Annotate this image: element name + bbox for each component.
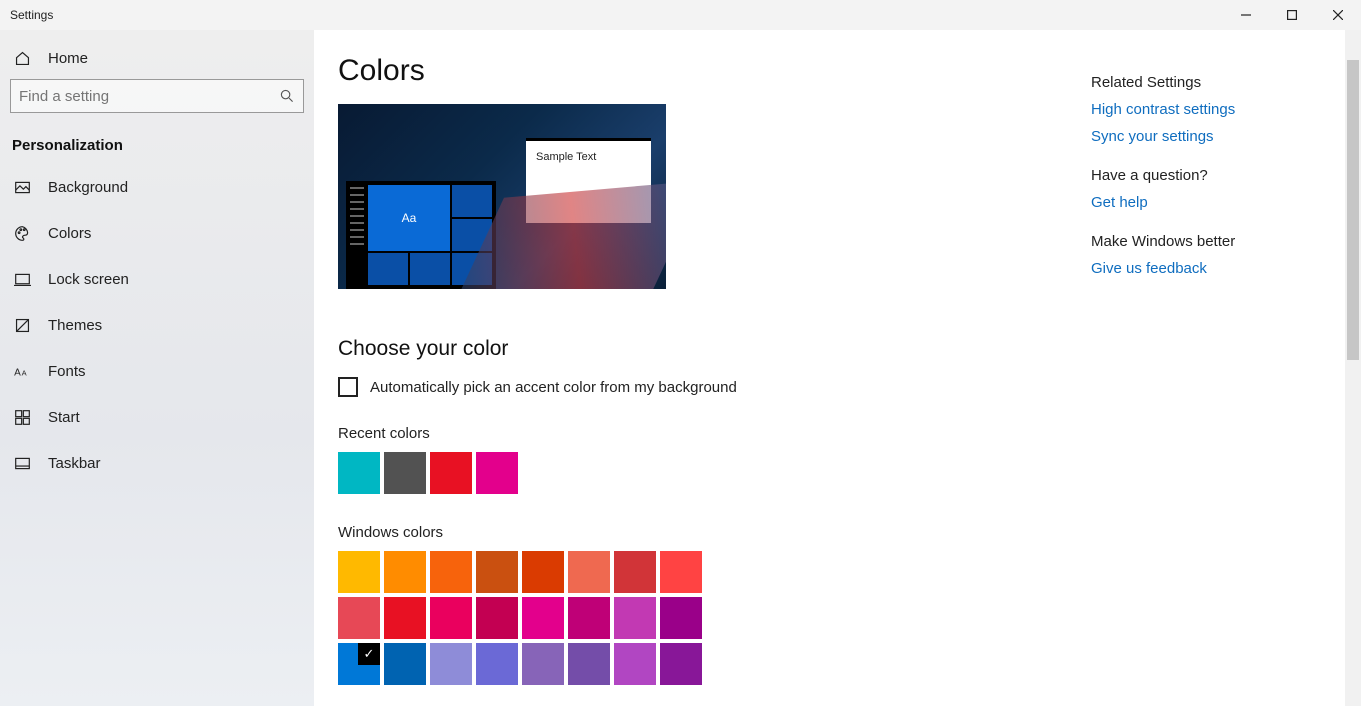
- windows-color-swatch[interactable]: [568, 643, 610, 685]
- lockscreen-icon: [12, 271, 32, 288]
- windows-color-swatch[interactable]: [660, 551, 702, 593]
- windows-color-swatch[interactable]: [522, 597, 564, 639]
- sidebar-item-label: Taskbar: [48, 455, 101, 472]
- windows-color-swatch[interactable]: [522, 551, 564, 593]
- page-title: Colors: [338, 54, 1091, 88]
- windows-color-swatch[interactable]: [614, 643, 656, 685]
- sidebar-item-start[interactable]: Start: [0, 394, 314, 440]
- svg-text:A: A: [14, 367, 21, 378]
- windows-color-swatch[interactable]: [568, 597, 610, 639]
- feedback-link[interactable]: Give us feedback: [1091, 260, 1341, 277]
- get-help-link[interactable]: Get help: [1091, 194, 1341, 211]
- windows-color-swatch[interactable]: [614, 597, 656, 639]
- recent-color-swatch[interactable]: [384, 452, 426, 494]
- recent-color-swatch[interactable]: [430, 452, 472, 494]
- window-title: Settings: [0, 8, 53, 22]
- windows-colors-label: Windows colors: [338, 524, 1091, 541]
- windows-color-swatch[interactable]: [338, 551, 380, 593]
- windows-color-swatch[interactable]: [614, 551, 656, 593]
- sidebar-item-fonts[interactable]: AA Fonts: [0, 348, 314, 394]
- start-icon: [12, 409, 32, 426]
- home-icon: [12, 50, 32, 67]
- choose-color-heading: Choose your color: [338, 337, 1091, 361]
- colors-icon: [12, 225, 32, 242]
- sidebar-item-label: Themes: [48, 317, 102, 334]
- color-preview-panel: Aa Sample Text: [338, 104, 666, 289]
- sidebar-item-themes[interactable]: Themes: [0, 302, 314, 348]
- check-icon: ✓: [358, 643, 380, 665]
- scrollbar-thumb[interactable]: [1347, 60, 1359, 360]
- recent-color-swatch[interactable]: [476, 452, 518, 494]
- window-controls: [1223, 0, 1361, 30]
- windows-color-swatch[interactable]: [522, 643, 564, 685]
- windows-color-swatch[interactable]: [384, 551, 426, 593]
- minimize-button[interactable]: [1223, 0, 1269, 30]
- windows-color-swatch[interactable]: [476, 643, 518, 685]
- themes-icon: [12, 317, 32, 334]
- sidebar-item-colors[interactable]: Colors: [0, 210, 314, 256]
- checkbox-icon: [338, 377, 358, 397]
- sidebar-item-label: Colors: [48, 225, 91, 242]
- windows-color-swatch[interactable]: [430, 643, 472, 685]
- windows-color-swatch[interactable]: [568, 551, 610, 593]
- windows-color-swatch[interactable]: [338, 597, 380, 639]
- preview-sample-window: Sample Text: [526, 138, 651, 223]
- category-label: Personalization: [0, 123, 314, 164]
- background-icon: [12, 179, 32, 196]
- windows-color-swatch[interactable]: [430, 551, 472, 593]
- preview-sample-text: Sample Text: [536, 151, 596, 163]
- sidebar-item-label: Fonts: [48, 363, 86, 380]
- search-icon: [279, 89, 295, 103]
- sidebar-item-label: Background: [48, 179, 128, 196]
- maximize-icon: [1287, 10, 1297, 20]
- sidebar-item-lockscreen[interactable]: Lock screen: [0, 256, 314, 302]
- taskbar-icon: [12, 455, 32, 472]
- maximize-button[interactable]: [1269, 0, 1315, 30]
- minimize-icon: [1241, 10, 1251, 20]
- fonts-icon: AA: [12, 364, 32, 379]
- windows-colors-grid: ✓: [338, 551, 1091, 685]
- windows-color-swatch[interactable]: ✓: [338, 643, 380, 685]
- windows-color-swatch[interactable]: [476, 551, 518, 593]
- windows-color-swatch[interactable]: [476, 597, 518, 639]
- improve-heading: Make Windows better: [1091, 233, 1341, 250]
- sidebar-item-background[interactable]: Background: [0, 164, 314, 210]
- question-heading: Have a question?: [1091, 167, 1341, 184]
- svg-text:A: A: [21, 368, 26, 377]
- sidebar: Home Personalization Background Colors Loc…: [0, 30, 314, 706]
- windows-color-swatch[interactable]: [660, 643, 702, 685]
- recent-colors-row: [338, 452, 1091, 494]
- related-link[interactable]: Sync your settings: [1091, 128, 1341, 145]
- windows-color-swatch[interactable]: [660, 597, 702, 639]
- auto-pick-label: Automatically pick an accent color from …: [370, 379, 737, 396]
- sidebar-item-label: Lock screen: [48, 271, 129, 288]
- preview-start-menu: Aa: [346, 181, 496, 289]
- windows-color-swatch[interactable]: [384, 643, 426, 685]
- search-field[interactable]: [19, 88, 279, 105]
- close-icon: [1333, 10, 1343, 20]
- related-settings-heading: Related Settings: [1091, 74, 1341, 91]
- home-label: Home: [48, 50, 88, 67]
- main-content: Colors Aa Sample Text Choose your: [314, 30, 1361, 706]
- recent-color-swatch[interactable]: [338, 452, 380, 494]
- windows-color-swatch[interactable]: [384, 597, 426, 639]
- scrollbar[interactable]: [1345, 30, 1361, 706]
- recent-colors-label: Recent colors: [338, 425, 1091, 442]
- sidebar-item-label: Start: [48, 409, 80, 426]
- close-button[interactable]: [1315, 0, 1361, 30]
- titlebar: Settings: [0, 0, 1361, 30]
- sidebar-item-taskbar[interactable]: Taskbar: [0, 440, 314, 486]
- auto-pick-checkbox[interactable]: Automatically pick an accent color from …: [338, 377, 1091, 397]
- right-rail: Related Settings High contrast settings S…: [1091, 54, 1361, 706]
- related-link[interactable]: High contrast settings: [1091, 101, 1341, 118]
- preview-tile-aa: Aa: [368, 185, 450, 251]
- windows-color-swatch[interactable]: [430, 597, 472, 639]
- search-input[interactable]: [10, 79, 304, 113]
- home-button[interactable]: Home: [0, 38, 314, 79]
